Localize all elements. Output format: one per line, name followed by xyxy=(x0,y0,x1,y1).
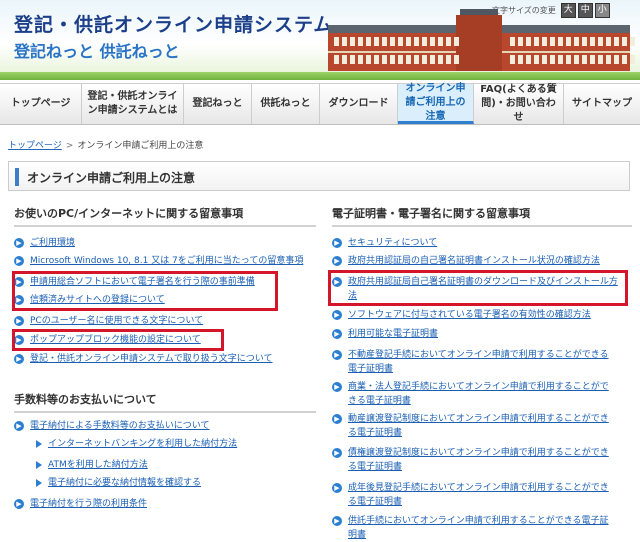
nav-online-notes[interactable]: オンライン申請ご利用上の注意 xyxy=(398,83,474,124)
arrow-right-icon: ▶ xyxy=(14,238,24,248)
arrow-right-icon: ▶ xyxy=(332,516,342,526)
link-deposit-certs[interactable]: ▶ 供託手続においてオンライン申請で利用することができる電子証明書 xyxy=(332,514,612,542)
triangle-right-icon xyxy=(36,479,42,487)
link-windows-notes[interactable]: ▶ Microsoft Windows 10, 8.1 又は 7をご利用に当たっ… xyxy=(14,254,303,268)
highlight-box xyxy=(12,329,224,351)
arrow-right-icon: ▶ xyxy=(332,256,342,266)
nav-touki-net[interactable]: 登記ねっと xyxy=(184,84,252,124)
site-title: 登記・供託オンライン申請システム xyxy=(14,14,334,36)
link-atm[interactable]: ATMを利用した納付方法 xyxy=(34,458,148,472)
nav-kyotaku-net[interactable]: 供託ねっと xyxy=(252,84,320,124)
link-payment-info[interactable]: 電子納付に必要な納付情報を確認する xyxy=(34,476,201,490)
right-column: 電子証明書・電子署名に関する留意事項 ▶ セキュリティについて ▶ 政府共用認証… xyxy=(328,205,632,540)
page-title: オンライン申請ご利用上の注意 xyxy=(27,171,196,185)
link-security[interactable]: ▶ セキュリティについて xyxy=(332,236,437,250)
arrow-right-icon: ▶ xyxy=(332,382,342,392)
link-electronic-payment[interactable]: ▶ 電子納付による手数料等のお支払いについて xyxy=(14,419,209,433)
highlight-box xyxy=(12,271,278,311)
breadcrumb-current: オンライン申請ご利用上の注意 xyxy=(77,141,204,151)
site-subtitle: 登記ねっと 供託ねっと xyxy=(14,42,180,61)
arrow-right-icon: ▶ xyxy=(14,421,24,431)
arrow-right-icon: ▶ xyxy=(332,310,342,320)
arrow-right-icon: ▶ xyxy=(332,448,342,458)
nav-sitemap[interactable]: サイトマップ xyxy=(564,84,640,124)
nav-faq-contact[interactable]: FAQ(よくある質問)・お問い合わせ xyxy=(474,84,564,124)
grass-strip xyxy=(0,72,640,80)
section-fees-title: 手数料等のお支払いについて xyxy=(14,391,316,413)
global-nav: トップページ 登記・供託オンライン申請システムとは 登記ねっと 供託ねっと ダウ… xyxy=(0,83,640,125)
triangle-right-icon xyxy=(36,440,42,448)
page-title-box: オンライン申請ご利用上の注意 xyxy=(8,161,630,191)
triangle-right-icon xyxy=(36,461,42,469)
arrow-right-icon: ▶ xyxy=(14,316,24,326)
arrow-right-icon: ▶ xyxy=(14,256,24,266)
link-signature-validity[interactable]: ▶ ソフトウェアに付与されている電子署名の有効性の確認方法 xyxy=(332,308,591,322)
arrow-right-icon: ▶ xyxy=(332,238,342,248)
arrow-right-icon: ▶ xyxy=(332,329,342,339)
arrow-right-icon: ▶ xyxy=(332,350,342,360)
section-certificate-title: 電子証明書・電子署名に関する留意事項 xyxy=(332,205,632,227)
link-environment[interactable]: ▶ ご利用環境 xyxy=(14,236,75,250)
arrow-right-icon: ▶ xyxy=(332,414,342,424)
arrow-right-icon: ▶ xyxy=(14,354,24,364)
section-pc-internet-title: お使いのPC/インターネットに関する留意事項 xyxy=(14,205,316,227)
nav-about-system[interactable]: 登記・供託オンライン申請システムとは xyxy=(82,84,184,124)
arrow-right-icon: ▶ xyxy=(332,483,342,493)
link-claims-certs[interactable]: ▶ 債権譲渡登記制度においてオンライン申請で利用することができる電子証明書 xyxy=(332,446,612,474)
breadcrumb-home-link[interactable]: トップページ xyxy=(8,141,62,151)
nav-download[interactable]: ダウンロード xyxy=(320,84,398,124)
arrow-right-icon: ▶ xyxy=(14,499,24,509)
left-column: お使いのPC/インターネットに関する留意事項 ▶ ご利用環境 ▶ Microso… xyxy=(12,205,316,509)
link-commercial-certs[interactable]: ▶ 商業・法人登記手続においてオンライン申請で利用することができる電子証明書 xyxy=(332,380,612,408)
link-movables-certs[interactable]: ▶ 動産譲渡登記制度においてオンライン申請で利用することができる電子証明書 xyxy=(332,412,612,440)
link-available-certs[interactable]: ▶ 利用可能な電子証明書 xyxy=(332,327,438,341)
link-cert-install-check[interactable]: ▶ 政府共用認証局の自己署名証明書インストール状況の確認方法 xyxy=(332,254,600,268)
link-real-estate-certs[interactable]: ▶ 不動産登記手続においてオンライン申請で利用することができる電子証明書 xyxy=(332,348,612,376)
breadcrumb-chevron-icon: > xyxy=(65,141,74,151)
link-username-chars[interactable]: ▶ PCのユーザー名に使用できる文字について xyxy=(14,314,203,328)
link-guardianship-certs[interactable]: ▶ 成年後見登記手続においてオンライン申請で利用することができる電子証明書 xyxy=(332,481,612,509)
breadcrumb: トップページ > オンライン申請ご利用上の注意 xyxy=(8,138,203,151)
nav-top-page[interactable]: トップページ xyxy=(0,84,82,124)
link-internet-banking[interactable]: インターネットバンキングを利用した納付方法 xyxy=(34,437,237,451)
highlight-box xyxy=(328,270,628,306)
building-illustration xyxy=(318,9,640,75)
link-system-chars[interactable]: ▶ 登記・供託オンライン申請システムで取り扱う文字について xyxy=(14,352,272,366)
link-payment-conditions[interactable]: ▶ 電子納付を行う際の利用条件 xyxy=(14,497,147,511)
site-header: 登記・供託オンライン申請システム 登記ねっと 供託ねっと 文字サイズの変更 大 … xyxy=(0,0,640,80)
title-accent-bar xyxy=(15,168,19,186)
